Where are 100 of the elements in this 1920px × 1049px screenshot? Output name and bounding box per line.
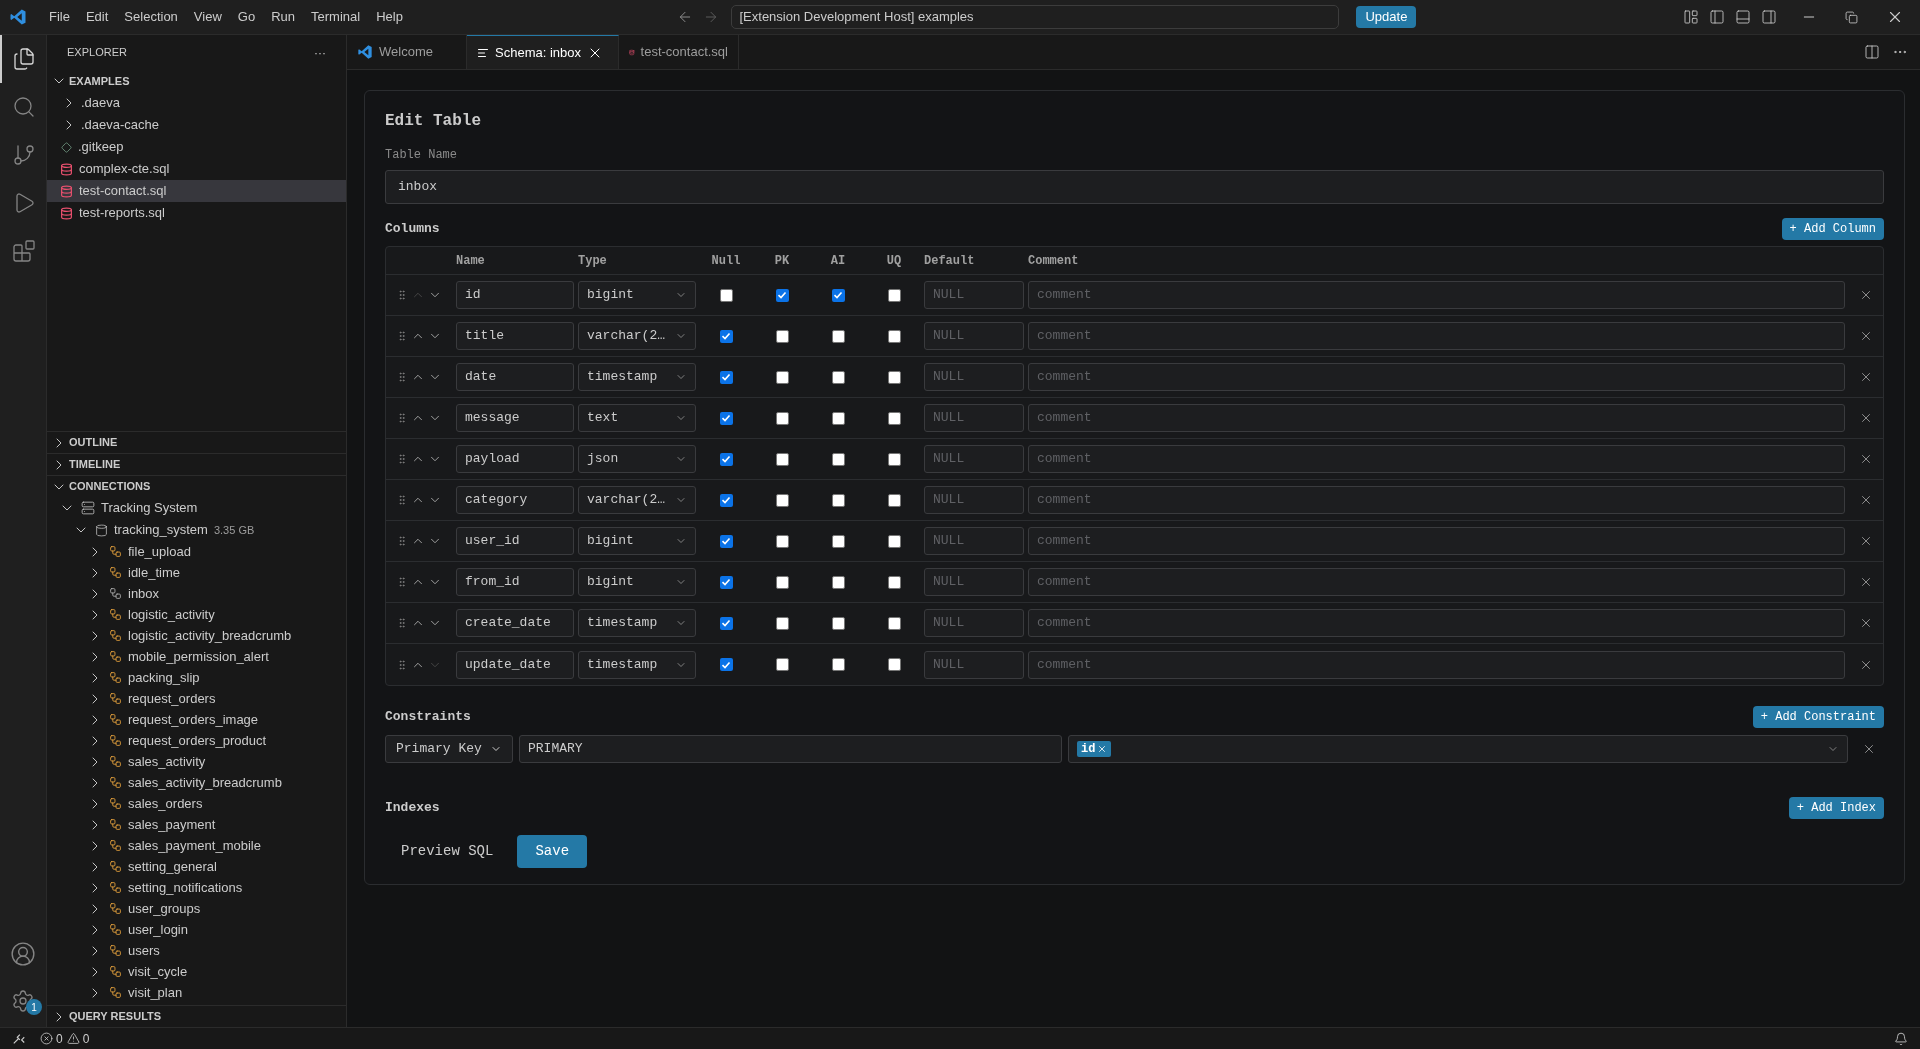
- table-item[interactable]: file_upload: [47, 541, 346, 562]
- checkbox[interactable]: [719, 575, 733, 589]
- checkbox[interactable]: [887, 534, 901, 548]
- delete-icon[interactable]: [1859, 329, 1873, 343]
- checkbox[interactable]: [831, 658, 845, 671]
- table-item[interactable]: request_orders_image: [47, 709, 346, 730]
- update-button[interactable]: Update: [1356, 6, 1417, 28]
- table-name-field[interactable]: inbox: [385, 170, 1884, 204]
- explorer-entry[interactable]: test-reports.sql: [47, 202, 346, 224]
- delete-icon[interactable]: [1859, 288, 1873, 302]
- explorer-entry[interactable]: .gitkeep: [47, 136, 346, 158]
- checkbox[interactable]: [775, 534, 789, 548]
- checkbox[interactable]: [831, 616, 845, 630]
- checkbox[interactable]: [831, 575, 845, 589]
- type-select[interactable]: bigint: [578, 527, 696, 555]
- checkbox[interactable]: [831, 411, 845, 425]
- checkbox[interactable]: [887, 616, 901, 630]
- checkbox[interactable]: [887, 370, 901, 384]
- section-header[interactable]: CONNECTIONS: [47, 475, 346, 497]
- type-select[interactable]: timestamp: [578, 609, 696, 637]
- checkbox[interactable]: [719, 616, 733, 630]
- checkbox[interactable]: [719, 658, 733, 671]
- type-select[interactable]: text: [578, 404, 696, 432]
- remote-icon[interactable]: [12, 1031, 26, 1046]
- table-item[interactable]: user_login: [47, 919, 346, 940]
- checkbox[interactable]: [719, 329, 733, 343]
- drag-handle-icon[interactable]: [396, 371, 408, 383]
- checkbox[interactable]: [831, 493, 845, 507]
- table-item[interactable]: sales_payment_mobile: [47, 835, 346, 856]
- table-item[interactable]: sales_activity_breadcrumb: [47, 772, 346, 793]
- delete-icon[interactable]: [1859, 370, 1873, 384]
- table-item[interactable]: mobile_permission_alert: [47, 646, 346, 667]
- add-constraint-button[interactable]: + Add Constraint: [1752, 706, 1884, 728]
- checkbox[interactable]: [831, 329, 845, 343]
- explorer-entry[interactable]: complex-cte.sql: [47, 158, 346, 180]
- name-field[interactable]: message: [456, 404, 574, 432]
- menu-item[interactable]: Go: [229, 7, 264, 27]
- checkbox[interactable]: [887, 658, 901, 671]
- menu-item[interactable]: Terminal: [303, 7, 369, 27]
- drag-handle-icon[interactable]: [396, 494, 408, 506]
- type-select[interactable]: varchar(2…: [578, 486, 696, 514]
- table-item[interactable]: setting_notifications: [47, 877, 346, 898]
- sidebar-toggle-icon[interactable]: [1709, 9, 1725, 25]
- checkbox[interactable]: [775, 616, 789, 630]
- constraint-name-field[interactable]: PRIMARY: [519, 735, 1062, 763]
- explorer-entry[interactable]: test-contact.sql: [47, 180, 346, 202]
- command-center[interactable]: [Extension Development Host] examples: [731, 5, 1340, 29]
- add-column-button[interactable]: + Add Column: [1781, 218, 1884, 240]
- menu-item[interactable]: View: [185, 7, 230, 27]
- panel-toggle-icon[interactable]: [1735, 9, 1751, 25]
- name-field[interactable]: title: [456, 322, 574, 350]
- name-field[interactable]: payload: [456, 445, 574, 473]
- add-index-button[interactable]: + Add Index: [1788, 797, 1884, 819]
- checkbox[interactable]: [775, 493, 789, 507]
- checkbox[interactable]: [719, 534, 733, 548]
- type-select[interactable]: json: [578, 445, 696, 473]
- table-item[interactable]: packing_slip: [47, 667, 346, 688]
- table-item[interactable]: inbox: [47, 583, 346, 604]
- checkbox[interactable]: [775, 575, 789, 589]
- checkbox[interactable]: [831, 452, 845, 466]
- tree-item[interactable]: Tracking System: [47, 497, 346, 519]
- checkbox[interactable]: [775, 288, 789, 302]
- table-item[interactable]: sales_activity: [47, 751, 346, 772]
- table-item[interactable]: sales_payment: [47, 814, 346, 835]
- type-select[interactable]: timestamp: [578, 363, 696, 391]
- checkbox[interactable]: [719, 288, 733, 302]
- checkbox[interactable]: [719, 411, 733, 425]
- preview-sql-button[interactable]: Preview SQL: [385, 835, 510, 868]
- table-item[interactable]: setting_general: [47, 856, 346, 877]
- table-item[interactable]: user_groups: [47, 898, 346, 919]
- checkbox[interactable]: [887, 452, 901, 466]
- checkbox[interactable]: [719, 493, 733, 507]
- explorer-entry[interactable]: .daeva: [47, 92, 346, 114]
- restore-icon[interactable]: [1845, 10, 1858, 24]
- checkbox[interactable]: [719, 452, 733, 466]
- checkbox[interactable]: [831, 370, 845, 384]
- delete-icon[interactable]: [1859, 493, 1873, 507]
- type-select[interactable]: bigint: [578, 281, 696, 309]
- checkbox[interactable]: [775, 658, 789, 671]
- secondary-sidebar-icon[interactable]: [1761, 9, 1777, 25]
- drag-handle-icon[interactable]: [396, 289, 408, 301]
- name-field[interactable]: category: [456, 486, 574, 514]
- editor-tab[interactable]: test-contact.sql: [619, 35, 739, 69]
- delete-icon[interactable]: [1859, 616, 1873, 630]
- drag-handle-icon[interactable]: [396, 330, 408, 342]
- error-count[interactable]: 0: [56, 1029, 63, 1048]
- menu-item[interactable]: Edit: [77, 7, 117, 27]
- account-icon[interactable]: [10, 941, 36, 967]
- delete-icon[interactable]: [1862, 742, 1876, 756]
- checkbox[interactable]: [887, 493, 901, 507]
- section-header[interactable]: OUTLINE: [47, 431, 346, 453]
- drag-handle-icon[interactable]: [396, 412, 408, 424]
- delete-icon[interactable]: [1859, 452, 1873, 466]
- section-header[interactable]: TIMELINE: [47, 453, 346, 475]
- table-item[interactable]: logistic_activity_breadcrumb: [47, 625, 346, 646]
- menu-item[interactable]: Help: [368, 7, 411, 27]
- type-select[interactable]: timestamp: [578, 650, 696, 679]
- name-field[interactable]: update_date: [456, 650, 574, 679]
- checkbox[interactable]: [775, 370, 789, 384]
- table-item[interactable]: users: [47, 940, 346, 961]
